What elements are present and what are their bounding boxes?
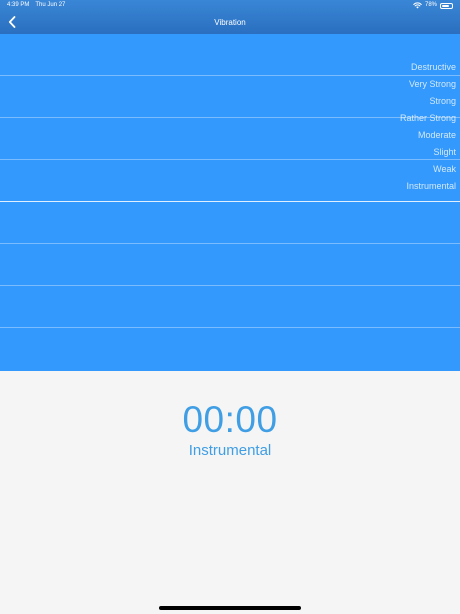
level-label-weak: Weak <box>433 164 456 174</box>
scale-grid-line <box>0 75 460 76</box>
wifi-icon <box>413 2 422 9</box>
level-label-very-strong: Very Strong <box>408 79 456 89</box>
battery-fill <box>442 4 449 7</box>
status-date: Thu Jun 27 <box>35 2 66 8</box>
scale-baseline <box>0 201 460 202</box>
vibration-readout: 00:00 Instrumental <box>0 398 460 460</box>
nav-bar: Vibration <box>0 11 460 34</box>
current-level: Instrumental <box>188 442 272 459</box>
home-indicator <box>159 606 301 610</box>
battery-icon <box>440 2 453 9</box>
level-label-strong: Strong <box>429 96 456 106</box>
status-bar: 4:39 PM Thu Jun 27 78% <box>0 0 460 11</box>
level-label-destructive: Destructive <box>410 62 456 72</box>
battery-percent: 78% <box>424 2 437 8</box>
scale-grid-line <box>0 159 460 160</box>
scale-grid-line <box>0 117 460 118</box>
scale-grid-line <box>0 285 460 286</box>
app-header: 4:39 PM Thu Jun 27 78% Vibration <box>0 0 460 34</box>
scale-grid-line <box>0 327 460 328</box>
status-left: 4:39 PM Thu Jun 27 <box>7 0 71 11</box>
level-label-rather-strong: Rather Strong <box>399 113 456 123</box>
level-label-moderate: Moderate <box>417 130 456 140</box>
vibration-scale-area: Destructive Very Strong Strong Rather St… <box>0 34 460 371</box>
level-label-slight: Slight <box>433 147 456 157</box>
level-label-instrumental: Instrumental <box>406 181 456 191</box>
status-right: 78% <box>413 0 453 11</box>
timer-display: 00:00 <box>182 399 278 440</box>
scale-grid-line <box>0 243 460 244</box>
page-title: Vibration <box>214 18 246 27</box>
status-time: 4:39 PM <box>7 2 30 8</box>
